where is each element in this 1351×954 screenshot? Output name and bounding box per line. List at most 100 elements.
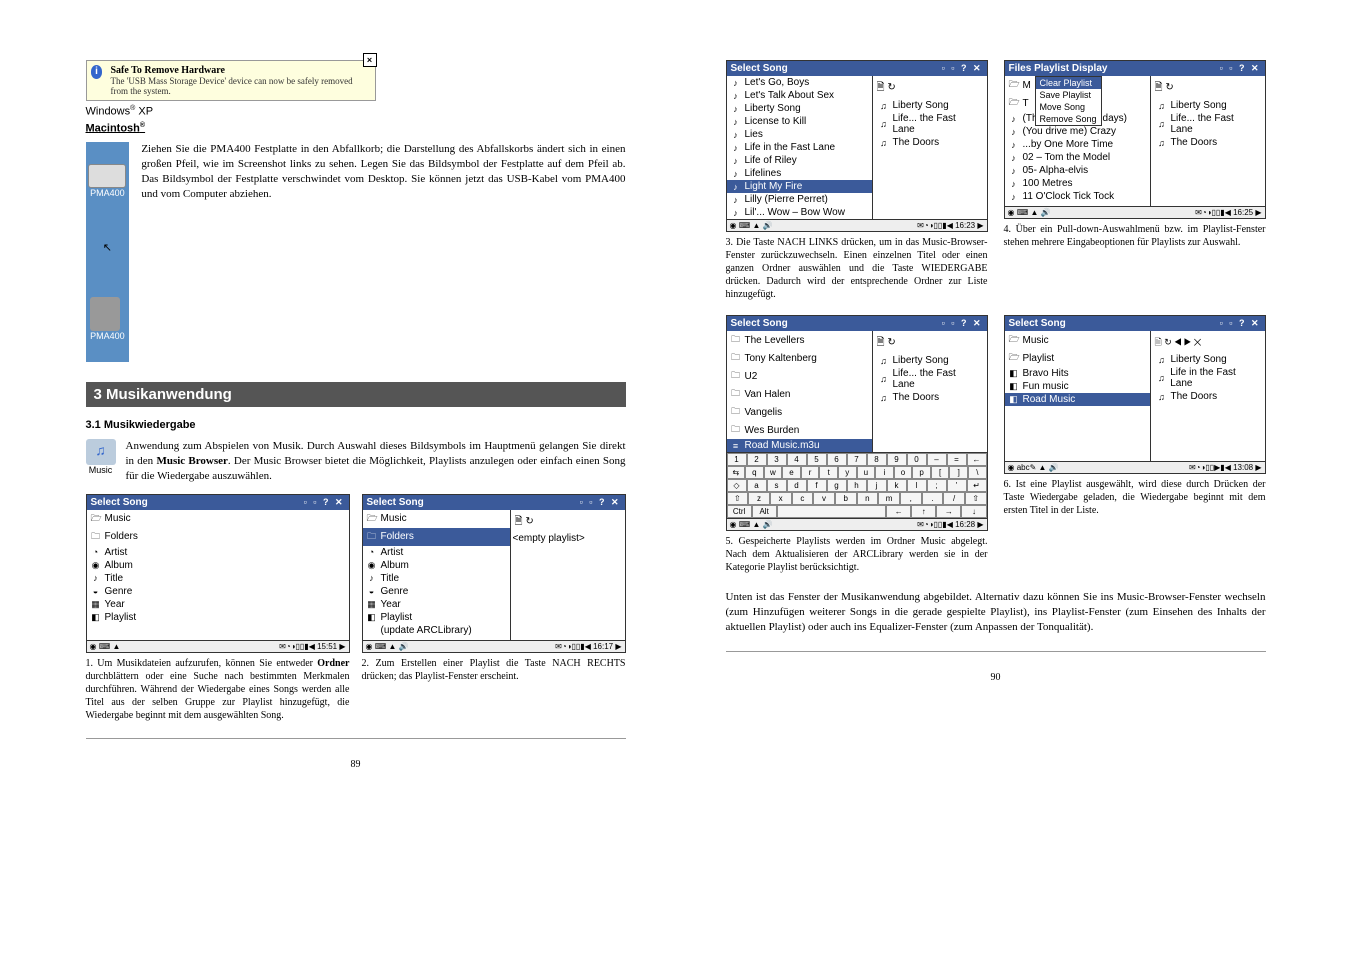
onscreen-keyboard[interactable]: 1234567890–=← ⇆qwertyuiop[]\ ◇asdfghjkl;… — [727, 452, 987, 518]
list-item[interactable]: ◧Playlist — [363, 611, 510, 624]
list-item[interactable]: ♪05- Alpha-elvis — [1005, 164, 1150, 177]
list-item[interactable]: ♪Title — [87, 572, 349, 585]
list-item[interactable]: ▦Year — [363, 598, 510, 611]
list-item[interactable]: ♪License to Kill — [727, 115, 872, 128]
menu-item-clear[interactable]: Clear Playlist — [1036, 77, 1101, 89]
list-item[interactable]: ◔Artist — [87, 546, 349, 559]
list-item[interactable]: 🗁Music — [1005, 331, 1150, 349]
list-item[interactable]: ♪Liberty Song — [727, 102, 872, 115]
list-item[interactable]: ♪Lil'... Wow – Bow Wow — [727, 206, 872, 219]
list-item[interactable]: ♪Life of Riley — [727, 154, 872, 167]
list-item[interactable]: (update ARCLibrary) — [363, 624, 510, 637]
page-89: i Safe To Remove Hardware The 'USB Mass … — [56, 40, 656, 790]
window-title: Select Song — [367, 497, 424, 508]
page-number: 90 — [726, 672, 1266, 683]
song-list[interactable]: 🗁M🗁T♪(The... for the Holidays)♪(You driv… — [1005, 76, 1150, 206]
list-item[interactable]: ♪02 – Tom the Model — [1005, 151, 1150, 164]
playlist-item[interactable]: ♫The Doors — [1153, 390, 1263, 403]
list-item[interactable]: ◒Genre — [87, 585, 349, 598]
playlist-pane[interactable]: 🗎 ↻ ◀ ▶ ✕♫Liberty Song♫Life in the Fast … — [1150, 331, 1265, 461]
list-item[interactable]: 🗀Folders — [363, 528, 510, 546]
list-item[interactable]: ◔Artist — [363, 546, 510, 559]
list-item[interactable]: 🗀Wes Burden — [727, 421, 872, 439]
list-item[interactable]: ♪(You drive me) Crazy — [1005, 125, 1150, 138]
status-bar: ◉ ⌨ ▲ 🔊✉◔◑▯▯▮◀ 16:28 ▶ — [727, 518, 987, 530]
window-controls-icon[interactable]: ▫ ▫ ? ✕ — [942, 318, 983, 329]
playlist-item[interactable]: ♫Liberty Song — [875, 354, 985, 367]
drive-icon — [88, 164, 126, 188]
window-controls-icon[interactable]: ▫ ▫ ? ✕ — [580, 497, 621, 508]
browse-list[interactable]: 🗁Music🗀Folders◔Artist◉Album♪Title◒Genre▦… — [87, 510, 349, 640]
list-item[interactable]: ≡Road Music.m3u — [727, 439, 872, 452]
browse-list[interactable]: 🗁Music🗀Folders◔Artist◉Album♪Title◒Genre▦… — [363, 510, 510, 640]
list-item[interactable]: ♪Life in the Fast Lane — [727, 141, 872, 154]
playlist-item[interactable]: ♫The Doors — [1153, 136, 1263, 149]
list-item[interactable]: ♪100 Metres — [1005, 177, 1150, 190]
list-item[interactable]: ♪Light My Fire — [727, 180, 872, 193]
window-controls-icon[interactable]: ▫ ▫ ? ✕ — [942, 63, 983, 74]
menu-item[interactable]: Save Playlist — [1036, 89, 1101, 101]
playlist-pane[interactable]: 🗎 ↻<empty playlist> — [510, 510, 625, 640]
playlist-item[interactable]: ♫Liberty Song — [1153, 99, 1263, 112]
playlist-pane[interactable]: 🗎 ↻♫Liberty Song♫Life... the Fast Lane♫T… — [872, 331, 987, 452]
balloon-title: Safe To Remove Hardware — [110, 65, 370, 76]
playlist-item[interactable]: ♫Liberty Song — [875, 99, 985, 112]
window-controls-icon[interactable]: ▫ ▫ ? ✕ — [1220, 63, 1261, 74]
menu-item[interactable]: Remove Song — [1036, 113, 1101, 125]
list-item[interactable]: 🗀Folders — [87, 528, 349, 546]
window-titlebar: Select Song▫ ▫ ? ✕ — [727, 316, 987, 331]
window-title: Select Song — [1009, 318, 1066, 329]
display-menu[interactable]: Clear Playlist Save PlaylistMove SongRem… — [1035, 76, 1102, 126]
list-item[interactable]: ◒Genre — [363, 585, 510, 598]
footer-rule — [86, 738, 626, 739]
list-item[interactable]: ♪Lilly (Pierre Perret) — [727, 193, 872, 206]
playlist-item[interactable]: ♫The Doors — [875, 136, 985, 149]
close-icon[interactable]: × — [363, 53, 377, 67]
song-list[interactable]: ♪Let's Go, Boys♪Let's Talk About Sex♪Lib… — [727, 76, 872, 219]
menu-item[interactable]: Move Song — [1036, 101, 1101, 113]
drive-label-2: PMA400 — [90, 331, 125, 341]
list-item[interactable]: 🗀Van Halen — [727, 385, 872, 403]
list-item[interactable]: ◉Album — [87, 559, 349, 572]
window-controls-icon[interactable]: ▫ ▫ ? ✕ — [1220, 318, 1261, 329]
playlist-item[interactable]: ♫Life in the Fast Lane — [1153, 366, 1263, 390]
playlist-item[interactable]: ♫Life... the Fast Lane — [1153, 112, 1263, 136]
playlist-pane[interactable]: 🗎 ↻♫Liberty Song♫Life... the Fast Lane♫T… — [872, 76, 987, 219]
list-item[interactable]: ◧Bravo Hits — [1005, 367, 1150, 380]
playlist-item[interactable]: ♫Life... the Fast Lane — [875, 112, 985, 136]
list-item[interactable]: ◧Playlist — [87, 611, 349, 624]
list-item[interactable]: ♪Title — [363, 572, 510, 585]
list-item[interactable]: ♪Let's Go, Boys — [727, 76, 872, 89]
list-item[interactable]: 🗀Tony Kaltenberg — [727, 349, 872, 367]
list-item[interactable]: 🗁Music — [87, 510, 349, 528]
list-item[interactable]: ♪...by One More Time — [1005, 138, 1150, 151]
list-item[interactable]: ♪Lies — [727, 128, 872, 141]
screenshot-2: Select Song ▫ ▫ ? ✕ 🗁Music🗀Folders◔Artist… — [362, 494, 626, 722]
playlist-item[interactable]: ♫Liberty Song — [1153, 353, 1263, 366]
list-item[interactable]: ◧Road Music — [1005, 393, 1150, 406]
trash-icon — [90, 297, 120, 331]
list-item[interactable]: ◉Album — [363, 559, 510, 572]
window-menubar[interactable]: Files Playlist Display▫ ▫ ? ✕ — [1005, 61, 1265, 76]
list-item[interactable]: ◧Fun music — [1005, 380, 1150, 393]
playlist-item[interactable]: ♫The Doors — [875, 391, 985, 404]
list-item[interactable]: ♪Lifelines — [727, 167, 872, 180]
list-item[interactable]: 🗀The Levellers — [727, 331, 872, 349]
list-item[interactable]: 🗀U2 — [727, 367, 872, 385]
window-title: Select Song — [731, 63, 788, 74]
window-controls-icon[interactable]: ▫ ▫ ? ✕ — [304, 497, 345, 508]
category-list[interactable]: 🗁Music🗁Playlist◧Bravo Hits◧Fun music◧Roa… — [1005, 331, 1150, 461]
list-item[interactable]: ▦Year — [87, 598, 349, 611]
page-number: 89 — [86, 759, 626, 770]
playlist-item[interactable]: ♫Life... the Fast Lane — [875, 367, 985, 391]
list-item[interactable]: 🗁Music — [363, 510, 510, 528]
subsection-3-1-heading: 3.1 Musikwiedergabe — [86, 419, 626, 431]
list-item[interactable]: ♪Let's Talk About Sex — [727, 89, 872, 102]
list-item[interactable]: 🗀Vangelis — [727, 403, 872, 421]
list-item[interactable]: 🗁Playlist — [1005, 349, 1150, 367]
playlist-pane[interactable]: 🗎 ↻♫Liberty Song♫Life... the Fast Lane♫T… — [1150, 76, 1265, 206]
list-item[interactable]: ♪11 O'Clock Tick Tock — [1005, 190, 1150, 203]
folder-list[interactable]: 🗀The Levellers🗀Tony Kaltenberg🗀U2🗀Van Ha… — [727, 331, 872, 452]
cursor-icon: ↖ — [103, 241, 112, 254]
status-bar: ◉ ⌨ ▲ 🔊✉◔◑▯▯▮◀ 16:23 ▶ — [727, 219, 987, 231]
